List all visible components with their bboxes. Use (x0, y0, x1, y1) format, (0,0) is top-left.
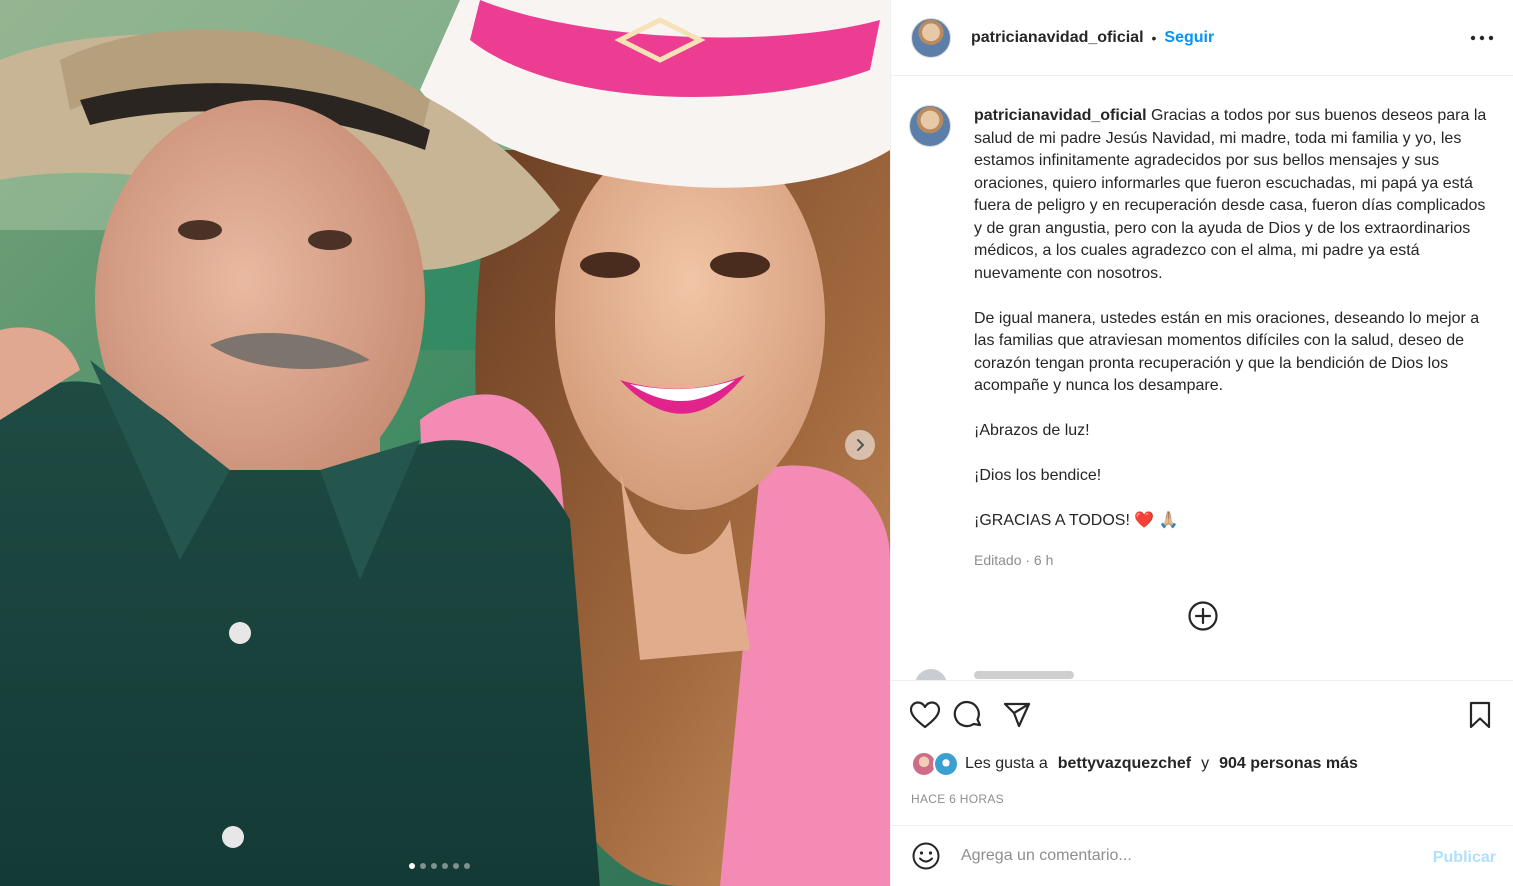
post-actions: Les gusta a bettyvazquezchef y 904 perso… (891, 680, 1513, 824)
carousel-dot (464, 863, 470, 869)
more-horizontal-icon (1470, 35, 1494, 41)
liker-username[interactable]: bettyvazquezchef (1058, 755, 1191, 773)
post-caption: patricianavidad_oficial Gracias a todos … (974, 105, 1496, 555)
carousel-dot (420, 863, 426, 869)
post-side-panel: patricianavidad_oficial • Seguir patrici… (890, 0, 1513, 886)
edited-timestamp: Editado · 6 h (974, 552, 1054, 568)
carousel-next-button[interactable] (845, 430, 875, 460)
carousel-dot (442, 863, 448, 869)
caption-paragraph-4: ¡Dios los bendice! (974, 467, 1102, 484)
chevron-right-icon (857, 439, 864, 451)
heart-icon (910, 701, 940, 729)
comment-button[interactable] (952, 699, 984, 731)
comment-avatar[interactable] (915, 669, 947, 680)
comment-input[interactable] (961, 847, 1401, 865)
post-timestamp[interactable]: HACE 6 HORAS (911, 792, 1004, 806)
add-comment-form: Publicar (891, 825, 1513, 886)
caption-paragraph-2: De igual manera, ustedes están en mis or… (974, 309, 1484, 395)
likes-conjunction: y (1201, 755, 1210, 772)
likes-summary: Les gusta a bettyvazquezchef y 904 perso… (911, 751, 1358, 777)
smiley-icon[interactable] (911, 841, 941, 871)
comment-preview (974, 671, 1074, 679)
caption-text: Gracias a todos por sus buenos deseos pa… (974, 107, 1491, 282)
carousel-dot (431, 863, 437, 869)
caption-author-avatar[interactable] (909, 105, 951, 147)
post-header: patricianavidad_oficial • Seguir (891, 0, 1513, 76)
plus-circle-icon (1188, 601, 1218, 631)
load-more-comments-button[interactable] (1187, 600, 1219, 632)
like-button[interactable] (909, 699, 941, 731)
share-button[interactable] (1001, 699, 1033, 731)
carousel-indicator (409, 863, 470, 869)
likes-count-link[interactable]: 904 personas más (1219, 755, 1358, 773)
post-media[interactable] (0, 0, 890, 886)
post-dialog: patricianavidad_oficial • Seguir patrici… (0, 0, 1513, 886)
caption-paragraph-5: ¡GRACIAS A TODOS! ❤️ 🙏🏼 (974, 512, 1179, 529)
bookmark-icon (1469, 701, 1491, 729)
caption-paragraph-3: ¡Abrazos de luz! (974, 422, 1090, 439)
caption-paragraph-1: patricianavidad_oficial Gracias a todos … (974, 105, 1496, 285)
caption-username[interactable]: patricianavidad_oficial (974, 107, 1147, 124)
liker-avatars[interactable] (911, 751, 959, 777)
post-photo (0, 0, 890, 886)
carousel-dot (453, 863, 459, 869)
likes-prefix: Les gusta a (965, 755, 1048, 772)
save-button[interactable] (1464, 699, 1496, 731)
comments-section[interactable]: patricianavidad_oficial Gracias a todos … (891, 77, 1513, 680)
header-separator: • (1151, 29, 1157, 46)
author-username[interactable]: patricianavidad_oficial (971, 29, 1144, 47)
more-options-button[interactable] (1470, 28, 1494, 48)
comment-icon (953, 700, 982, 728)
avatar (933, 751, 959, 777)
author-avatar[interactable] (911, 17, 951, 58)
follow-button[interactable]: Seguir (1164, 29, 1214, 47)
publish-button[interactable]: Publicar (1433, 849, 1496, 867)
carousel-dot (409, 863, 415, 869)
send-icon (1003, 702, 1031, 728)
